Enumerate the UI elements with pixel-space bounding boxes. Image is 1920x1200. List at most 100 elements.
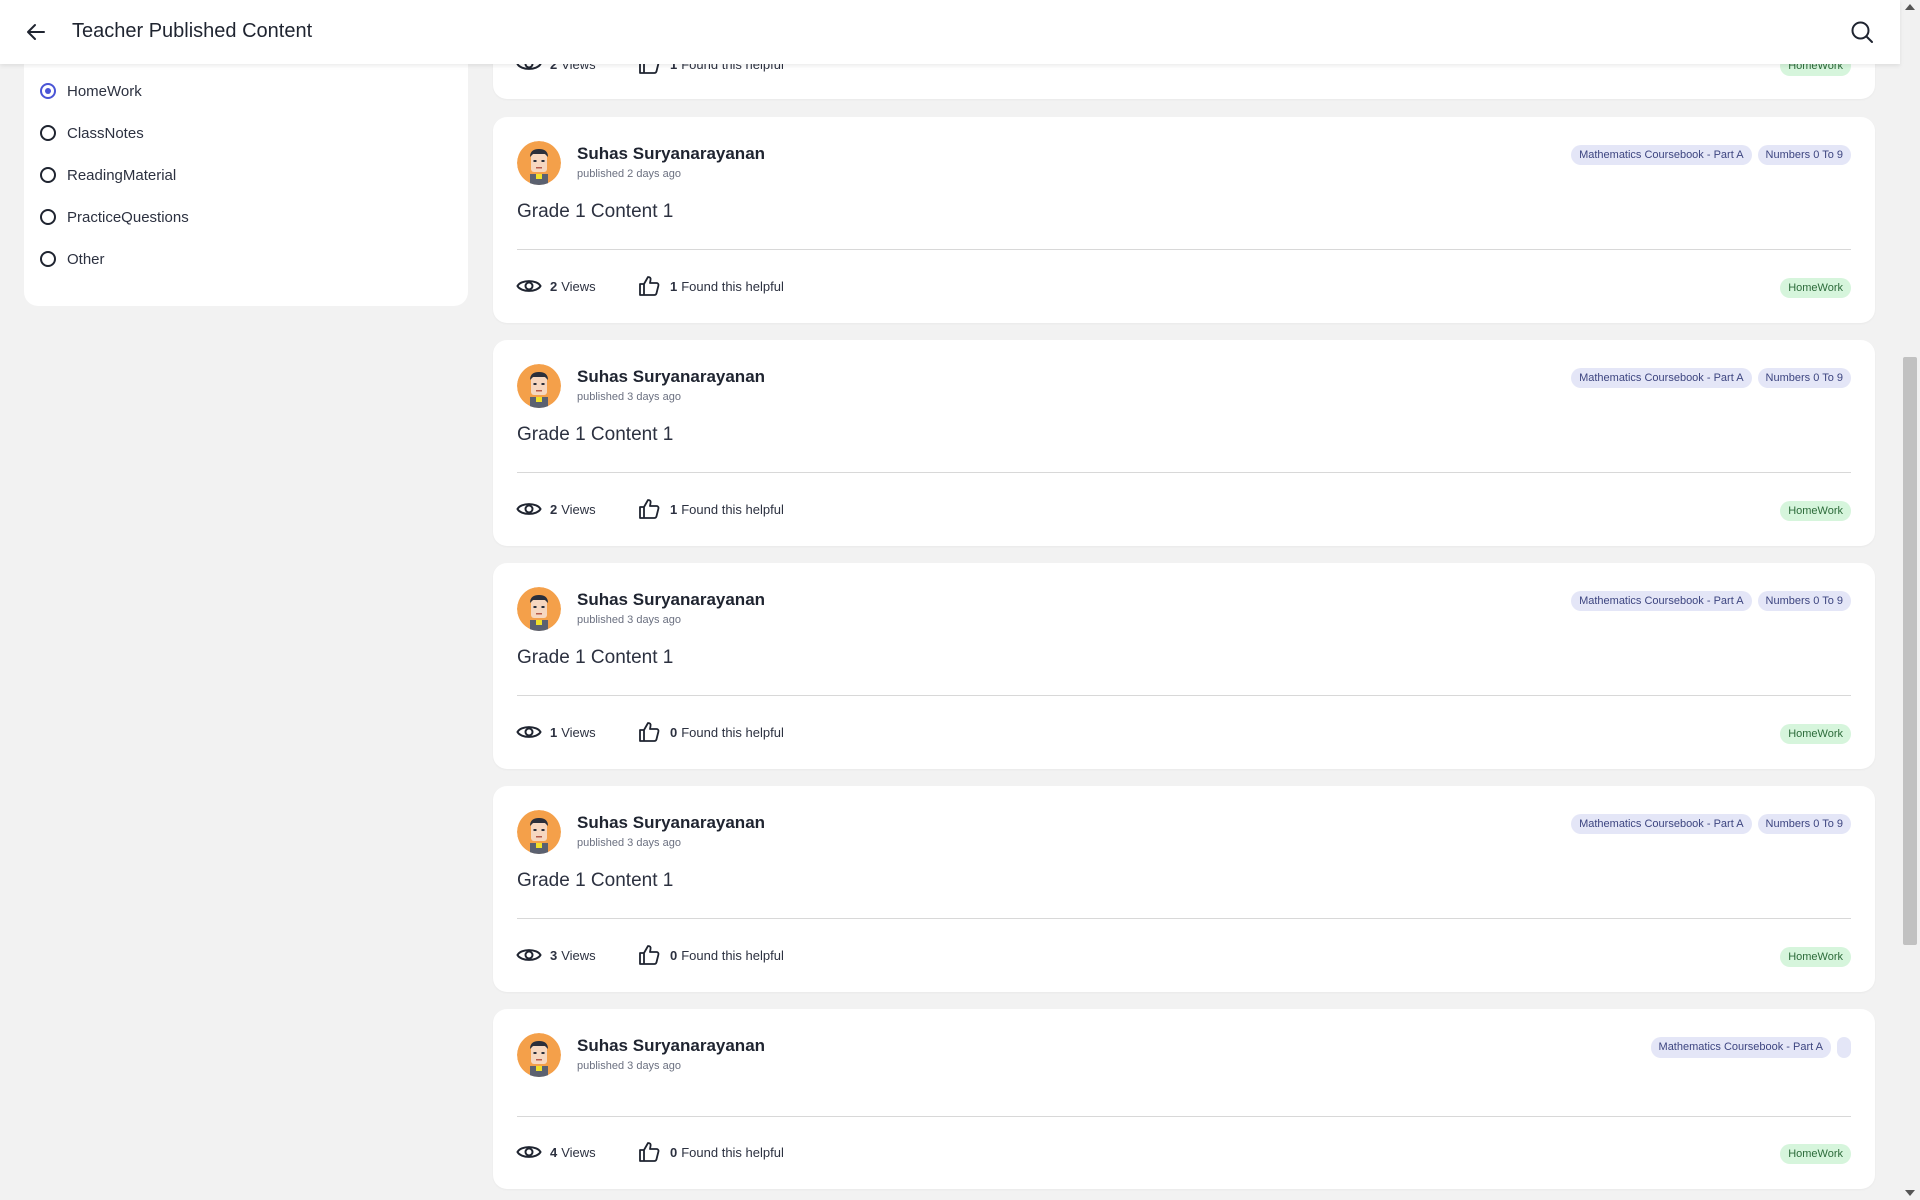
- search-icon: [1851, 21, 1873, 43]
- author-name: Suhas Suryanarayanan: [577, 590, 766, 609]
- teacher-avatar: [517, 587, 561, 631]
- helpful-count: 0: [670, 724, 678, 740]
- thumbs-up-icon: [639, 499, 660, 519]
- card-divider: [517, 472, 1851, 473]
- helpful-stat[interactable]: 1 Found this helpful: [636, 274, 784, 298]
- helpful-label: Found this helpful: [681, 1144, 784, 1160]
- page-scrollbar[interactable]: [1900, 0, 1920, 1200]
- tag-chip[interactable]: Numbers 0 To 9: [1757, 145, 1851, 165]
- views-label: Views: [561, 724, 596, 740]
- views-label: Views: [561, 1144, 596, 1160]
- filter-option-label: PracticeQuestions: [67, 208, 189, 226]
- tag-chip[interactable]: Mathematics Coursebook - Part A: [1650, 1037, 1831, 1058]
- filter-option-readingmaterial[interactable]: ReadingMaterial: [40, 163, 176, 187]
- eye-icon: [516, 949, 542, 961]
- author-name: Suhas Suryanarayanan: [577, 367, 766, 386]
- tag-list: Mathematics Coursebook - Part A Numbers …: [1571, 368, 1851, 388]
- app-header: Teacher Published Content: [0, 0, 1900, 64]
- back-button[interactable]: [22, 18, 50, 46]
- tag-chip[interactable]: Mathematics Coursebook - Part A: [1571, 591, 1752, 611]
- thumbs-up-icon: [639, 276, 660, 296]
- teacher-avatar: [517, 810, 561, 854]
- published-time: published 2 days ago: [577, 168, 681, 180]
- category-badge: HomeWork: [1780, 724, 1851, 744]
- filter-option-label: Other: [67, 250, 105, 268]
- views-stat: 2 Views: [516, 274, 596, 298]
- content-card[interactable]: Suhas Suryanarayanan published 3 days ag…: [493, 786, 1875, 992]
- radio-button[interactable]: [40, 167, 56, 183]
- category-badge: HomeWork: [1780, 501, 1851, 521]
- tag-list: Mathematics Coursebook - Part A Numbers …: [1571, 591, 1851, 611]
- tag-chip[interactable]: Mathematics Coursebook - Part A: [1571, 814, 1752, 834]
- views-stat: 3 Views: [516, 943, 596, 967]
- filter-option-label: HomeWork: [67, 82, 142, 100]
- content-type-filter-panel: HomeWork ClassNotes ReadingMaterial Prac…: [24, 40, 468, 306]
- filter-option-other[interactable]: Other: [40, 247, 105, 271]
- card-divider: [517, 249, 1851, 250]
- content-card[interactable]: Suhas Suryanarayanan published 2 days ag…: [493, 117, 1875, 323]
- eye-icon: [516, 280, 542, 292]
- radio-button[interactable]: [40, 125, 56, 141]
- tag-list: Mathematics Coursebook - Part A: [1650, 1037, 1851, 1058]
- helpful-stat[interactable]: 0 Found this helpful: [636, 943, 784, 967]
- views-label: Views: [561, 501, 596, 517]
- helpful-stat[interactable]: 0 Found this helpful: [636, 720, 784, 744]
- helpful-label: Found this helpful: [681, 947, 784, 963]
- radio-button-checked[interactable]: [40, 83, 56, 99]
- scroll-down-arrow-icon[interactable]: [1905, 1190, 1915, 1196]
- radio-button[interactable]: [40, 209, 56, 225]
- tag-chip[interactable]: Mathematics Coursebook - Part A: [1571, 145, 1752, 165]
- arrow-left-icon: [27, 24, 45, 40]
- helpful-count: 1: [670, 278, 678, 294]
- views-stat: 2 Views: [516, 497, 596, 521]
- page-title: Teacher Published Content: [72, 20, 313, 42]
- helpful-label: Found this helpful: [681, 724, 784, 740]
- tag-list: Mathematics Coursebook - Part A Numbers …: [1571, 814, 1851, 834]
- radio-button[interactable]: [40, 251, 56, 267]
- teacher-avatar: [517, 364, 561, 408]
- category-badge: HomeWork: [1780, 947, 1851, 967]
- content-title[interactable]: Grade 1 Content 1: [517, 870, 673, 892]
- thumbs-up-icon: [639, 1142, 660, 1162]
- helpful-stat[interactable]: 0 Found this helpful: [636, 1140, 784, 1164]
- helpful-count: 0: [670, 947, 678, 963]
- tag-chip[interactable]: Numbers 0 To 9: [1757, 368, 1851, 388]
- helpful-label: Found this helpful: [681, 501, 784, 517]
- author-name: Suhas Suryanarayanan: [577, 144, 766, 163]
- content-title[interactable]: Grade 1 Content 1: [517, 424, 673, 446]
- views-count: 3: [550, 947, 558, 963]
- tag-chip[interactable]: Numbers 0 To 9: [1757, 814, 1851, 834]
- content-card[interactable]: Suhas Suryanarayanan published 3 days ag…: [493, 1009, 1875, 1189]
- scroll-thumb[interactable]: [1903, 357, 1917, 945]
- category-badge: HomeWork: [1780, 278, 1851, 298]
- content-card[interactable]: Suhas Suryanarayanan published 3 days ag…: [493, 563, 1875, 769]
- filter-option-homework[interactable]: HomeWork: [40, 79, 142, 103]
- tag-chip[interactable]: Mathematics Coursebook - Part A: [1571, 368, 1752, 388]
- filter-option-label: ReadingMaterial: [67, 166, 177, 184]
- views-count: 2: [550, 501, 558, 517]
- views-label: Views: [561, 278, 596, 294]
- search-button[interactable]: [1848, 18, 1876, 46]
- tag-chip[interactable]: Numbers 0 To 9: [1757, 591, 1851, 611]
- content-title[interactable]: Grade 1 Content 1: [517, 201, 673, 223]
- content-card[interactable]: Suhas Suryanarayanan published 3 days ag…: [493, 340, 1875, 546]
- helpful-label: Found this helpful: [681, 278, 784, 294]
- tag-chip[interactable]: [1837, 1037, 1851, 1058]
- card-divider: [517, 918, 1851, 919]
- published-time: published 3 days ago: [577, 837, 681, 849]
- filter-option-classnotes[interactable]: ClassNotes: [40, 121, 144, 145]
- filter-option-label: ClassNotes: [67, 124, 144, 142]
- scroll-up-arrow-icon[interactable]: [1905, 4, 1915, 10]
- published-time: published 3 days ago: [577, 391, 681, 403]
- views-label: Views: [561, 947, 596, 963]
- published-time: published 3 days ago: [577, 1060, 681, 1072]
- eye-icon: [516, 1146, 542, 1158]
- views-count: 1: [550, 724, 558, 740]
- helpful-stat[interactable]: 1 Found this helpful: [636, 497, 784, 521]
- filter-option-practicequestions[interactable]: PracticeQuestions: [40, 205, 189, 229]
- helpful-count: 0: [670, 1144, 678, 1160]
- category-badge: HomeWork: [1780, 1144, 1851, 1164]
- content-title[interactable]: Grade 1 Content 1: [517, 647, 673, 669]
- views-count: 2: [550, 278, 558, 294]
- views-stat: 4 Views: [516, 1140, 596, 1164]
